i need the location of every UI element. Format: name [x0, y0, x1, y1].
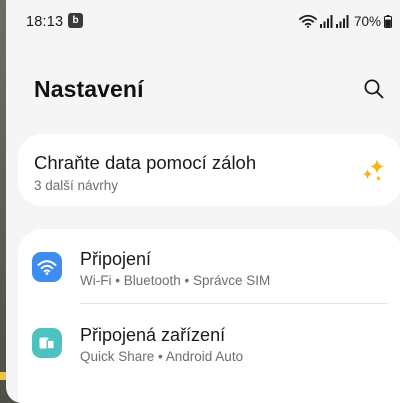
signal-icon-sim2 — [335, 14, 349, 28]
connected-devices-icon — [39, 337, 55, 350]
status-indicators: 70% — [299, 12, 392, 30]
battery-percent: 70% — [353, 13, 381, 29]
next-card-edge — [18, 398, 400, 403]
settings-item-connections[interactable]: Připojení Wi-Fi • Bluetooth • Správce SI… — [18, 229, 400, 304]
backup-suggestion-subtitle: 3 další návrhy — [34, 178, 119, 193]
settings-screen: 18:13 b 70% Nastavení Chraňte data pomoc… — [6, 0, 400, 403]
settings-item-subtitle: Wi-Fi • Bluetooth • Správce SIM — [80, 273, 271, 288]
settings-item-title: Připojení — [80, 249, 152, 269]
connections-icon-tile — [32, 252, 62, 282]
settings-item-connected-devices[interactable]: Připojená zařízení Quick Share • Android… — [18, 305, 400, 375]
connected-devices-icon-tile — [32, 328, 62, 358]
settings-item-title: Připojená zařízení — [80, 325, 226, 345]
battery-icon — [384, 14, 392, 28]
settings-list-card: Připojení Wi-Fi • Bluetooth • Správce SI… — [18, 229, 400, 403]
wifi-icon — [37, 260, 57, 275]
backup-suggestion-card[interactable]: Chraňte data pomocí záloh 3 další návrhy — [18, 134, 400, 206]
wifi-status-icon — [299, 14, 317, 28]
settings-item-subtitle: Quick Share • Android Auto — [80, 349, 244, 364]
notification-app-icon: b — [68, 13, 83, 28]
status-time: 18:13 — [26, 14, 64, 30]
signal-icon-sim1 — [319, 14, 333, 28]
backup-suggestion-title: Chraňte data pomocí záloh — [34, 152, 257, 173]
search-icon[interactable] — [363, 78, 385, 100]
sparkle-icon — [363, 159, 384, 182]
status-bar: 18:13 b 70% — [6, 0, 400, 40]
page-title: Nastavení — [34, 76, 144, 102]
row-divider — [80, 303, 388, 304]
